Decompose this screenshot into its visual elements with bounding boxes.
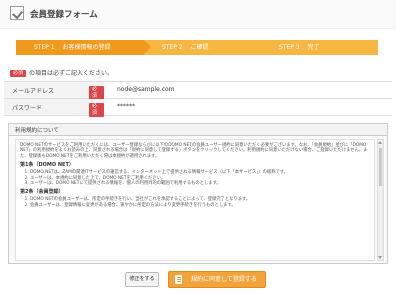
form-row-password: パスワード 必須 ****** bbox=[4, 99, 392, 117]
form-row-email: メールアドレス 必須 node@sample.com bbox=[4, 82, 392, 100]
step-arrow-icon bbox=[144, 40, 151, 54]
step-2-number: STEP 2 bbox=[162, 44, 183, 51]
terms-section: 利用規約について DOMO NETのサービスをご利用いただくには、ユーザー登録な… bbox=[8, 123, 388, 264]
page-header: 会員登録フォーム bbox=[0, 0, 396, 29]
form-label-cell: メールアドレス 必須 bbox=[4, 82, 104, 100]
progress-steps: STEP 1 お客様情報の登録 STEP 2 ご確認 STEP 3 完了 bbox=[16, 40, 378, 55]
required-note-text: の項目は必ずご記入ください。 bbox=[29, 70, 114, 77]
registration-form: メールアドレス 必須 node@sample.com パスワード 必須 ****… bbox=[4, 81, 392, 117]
terms-scroll-area[interactable]: DOMO NETのサービスをご利用いただくには、ユーザー登録ならびに以下のDOM… bbox=[15, 139, 375, 261]
terms-section-title: 第1条（DOMO NET） bbox=[20, 162, 74, 169]
required-note: 必須 の項目は必ずご記入ください。 bbox=[10, 68, 113, 77]
agree-register-button[interactable]: 規約に同意して登録する bbox=[168, 271, 266, 288]
email-label: メールアドレス bbox=[12, 88, 55, 95]
password-label: パスワード bbox=[12, 105, 43, 112]
checkbox-logo-icon bbox=[10, 6, 24, 20]
scroll-up-icon[interactable] bbox=[378, 141, 382, 144]
email-value: node@sample.com bbox=[117, 86, 175, 93]
scrollbar-thumb[interactable] bbox=[379, 148, 382, 186]
step-1: STEP 1 お客様情報の登録 bbox=[16, 40, 144, 55]
terms-list: DOMO NETの会員ユーザーは、所定の手続きを行い、当社がこれを承認することに… bbox=[30, 197, 370, 208]
password-value: ****** bbox=[117, 103, 135, 110]
terms-list: DOMO NETは、ZAMの関連ITサービスの運営する、インターネット上で提供さ… bbox=[30, 170, 370, 186]
terms-heading: 利用規約について bbox=[15, 128, 59, 134]
terms-intro: DOMO NETのサービスをご利用いただくには、ユーザー登録ならびに以下のDOM… bbox=[20, 143, 368, 159]
terms-scrollbar[interactable] bbox=[377, 139, 384, 261]
scroll-down-icon[interactable] bbox=[378, 256, 382, 259]
form-label-cell: パスワード 必須 bbox=[4, 99, 104, 117]
step-3-number: STEP 3 bbox=[279, 44, 300, 51]
terms-section-title: 第2条（会員登録） bbox=[20, 189, 64, 196]
terms-header: 利用規約について bbox=[9, 124, 387, 136]
required-badge: 必須 bbox=[10, 70, 27, 77]
required-badge: 必須 bbox=[89, 86, 104, 100]
back-button[interactable]: 修正をする bbox=[125, 272, 159, 287]
step-2: STEP 2 ご確認 bbox=[144, 40, 261, 55]
step-arrow-icon bbox=[261, 40, 268, 54]
step-1-label: お客様情報の登録 bbox=[62, 44, 111, 51]
terms-list-item: ユーザーは、DOMO NETにて提供される情報を、個人の利用目的の範囲で利用する… bbox=[30, 181, 370, 186]
step-3-label: 完了 bbox=[307, 44, 320, 51]
page-title: 会員登録フォーム bbox=[30, 10, 98, 20]
step-2-label: ご確認 bbox=[190, 44, 209, 51]
step-1-number: STEP 1 bbox=[34, 44, 55, 51]
agree-register-label: 規約に同意して登録する bbox=[191, 276, 257, 283]
step-3: STEP 3 完了 bbox=[261, 40, 378, 55]
terms-list-item: 会員ユーザーは、登録情報に変更がある場合、速やかに所定の方法により変更手続きを行… bbox=[30, 203, 370, 208]
required-badge: 必須 bbox=[89, 103, 104, 117]
document-icon bbox=[175, 275, 182, 284]
